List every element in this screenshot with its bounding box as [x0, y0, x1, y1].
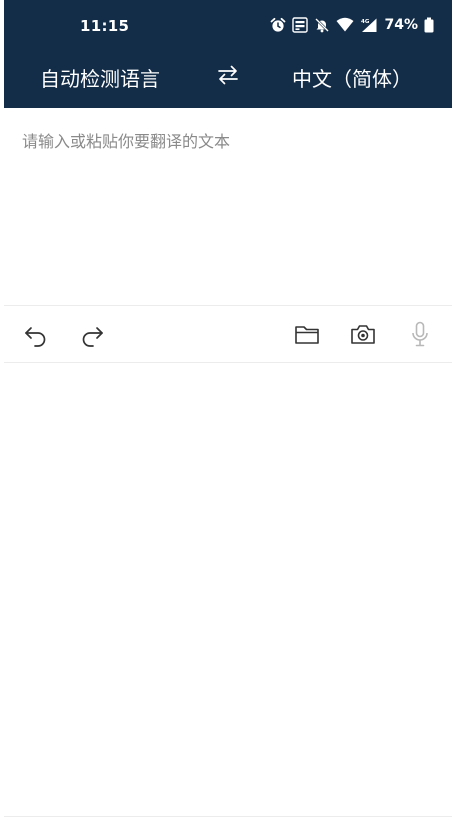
undo-icon: [25, 327, 46, 347]
volte-icon: [292, 17, 309, 33]
open-file-button[interactable]: [293, 320, 321, 348]
camera-icon: [351, 325, 375, 344]
svg-text:4G: 4G: [361, 19, 370, 25]
microphone-icon: [412, 321, 428, 347]
target-language-button[interactable]: 中文（简体）: [292, 63, 412, 92]
toolbar-divider: [4, 362, 452, 363]
status-bar: 11:15 4G 74%: [4, 0, 452, 54]
folder-icon: [295, 326, 319, 344]
alarm-icon: [270, 17, 286, 33]
input-toolbar: [4, 306, 452, 362]
camera-button[interactable]: [349, 320, 377, 348]
swap-arrows-icon: [218, 65, 238, 85]
cellular-4g-icon: 4G: [360, 17, 378, 33]
source-language-button[interactable]: 自动检测语言: [40, 63, 160, 92]
undo-button[interactable]: [22, 320, 50, 348]
redo-button[interactable]: [78, 320, 106, 348]
voice-input-button[interactable]: [406, 320, 434, 348]
app-header: 11:15 4G 74% 自动检测语言 中文（简体）: [4, 0, 452, 108]
battery-percentage: 74%: [384, 17, 418, 33]
status-icons: 4G 74%: [270, 14, 434, 36]
status-time: 11:15: [80, 17, 130, 35]
language-bar: 自动检测语言 中文（简体）: [4, 54, 452, 100]
translation-input[interactable]: [22, 128, 432, 298]
swap-languages-button[interactable]: [215, 62, 241, 88]
battery-icon: [424, 17, 434, 33]
bottom-divider: [4, 816, 452, 817]
translator-screen: 11:15 4G 74% 自动检测语言 中文（简体） 请输入或粘贴你要翻译的文本: [0, 0, 458, 820]
wifi-icon: [336, 17, 354, 33]
redo-icon: [82, 327, 103, 347]
mute-icon: [314, 17, 330, 33]
